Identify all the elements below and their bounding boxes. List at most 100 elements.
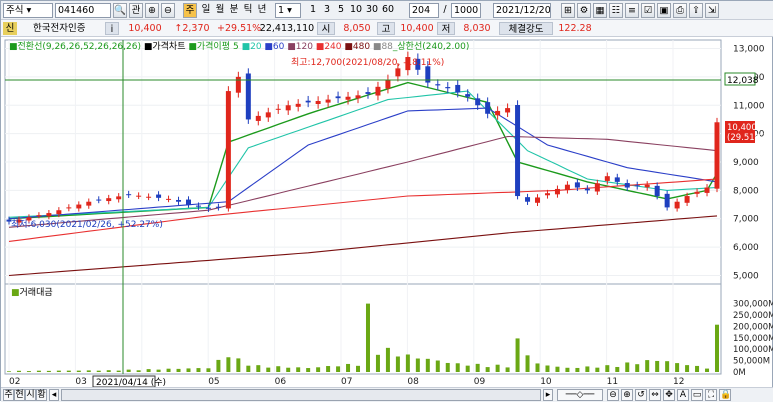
volume-bar [605, 365, 610, 372]
y-tick-label: 13,000 [733, 45, 765, 55]
related-button[interactable]: 관 [129, 3, 143, 18]
candle-body [624, 183, 630, 188]
volume-bar [555, 366, 560, 372]
reset-button[interactable]: ↺ [635, 389, 647, 401]
lock-button[interactable]: 🔒 [719, 389, 731, 401]
stock-chart[interactable]: 5,0006,0007,0008,0009,00010,00011,00012,… [1, 37, 773, 387]
zoom-out-button[interactable]: ⊖ [607, 389, 619, 401]
total-input[interactable]: 1000 [451, 3, 481, 18]
gear-icon[interactable]: ⚙ [577, 3, 591, 18]
x-tick-label: 09 [474, 377, 486, 387]
stock-name: 한국전자인증 [33, 23, 86, 34]
fit-button[interactable]: ⇔ [649, 389, 661, 401]
quick-60[interactable]: 60 [381, 3, 395, 16]
order-button[interactable]: 주 [183, 3, 197, 18]
strength-value: 122.28 [558, 23, 592, 34]
volume-bar [655, 360, 660, 372]
count-input[interactable]: 204 [409, 3, 439, 18]
scrollbar-track[interactable] [61, 389, 541, 401]
candle-body [455, 84, 461, 93]
bottom-tab-4[interactable]: 황 [36, 389, 47, 401]
zoom-slider[interactable]: ──◇── [557, 389, 603, 401]
volume-bar [86, 370, 91, 372]
quick-1[interactable]: 1 [307, 3, 319, 16]
quick-5[interactable]: 5 [335, 3, 347, 16]
zoom-icon[interactable]: ⊞ [561, 3, 575, 18]
prev-button[interactable]: ⊕ [145, 3, 159, 18]
x-tick-label: 10 [540, 377, 552, 387]
scroll-left-button[interactable]: ◂ [49, 389, 59, 401]
volume-bar [415, 358, 420, 372]
grid-icon[interactable]: ▦ [593, 3, 607, 18]
x-tick-label: 11 [607, 377, 618, 387]
scroll-right-button[interactable]: ▸ [543, 389, 553, 401]
volume-bar [346, 363, 351, 372]
bottom-tab-3[interactable]: 시 [25, 389, 36, 401]
volume-bar [116, 370, 121, 372]
quick-30[interactable]: 30 [365, 3, 379, 16]
volume-bar [565, 367, 570, 372]
zoom-in-button[interactable]: ⊕ [621, 389, 633, 401]
interval-select[interactable]: 1 ▾ [275, 3, 301, 18]
candle-body [385, 79, 391, 89]
table-icon[interactable]: ☷ [609, 3, 623, 18]
volume-bar [705, 368, 710, 372]
candle-body [584, 188, 590, 191]
volume-tick-label: 250,000M [733, 311, 773, 321]
volume-bar [635, 364, 640, 372]
code-input[interactable]: 041460 [55, 3, 111, 18]
save-icon[interactable]: ▣ [657, 3, 671, 18]
period-week[interactable]: 월 [213, 3, 227, 16]
candle-body [684, 196, 690, 203]
candle-body [375, 86, 381, 96]
volume-bar [595, 367, 600, 372]
pan-button[interactable]: ✥ [663, 389, 675, 401]
low-label: 저 [437, 22, 455, 35]
list-icon[interactable]: ≡ [625, 3, 639, 18]
period-tick[interactable]: 틱 [241, 3, 255, 16]
volume-value: 22,413,110 [259, 23, 315, 34]
candle-body [535, 197, 541, 203]
fullscreen-button[interactable]: ⛶ [705, 389, 717, 401]
period-day[interactable]: 일 [199, 3, 213, 16]
volume-bar [465, 365, 470, 372]
quick-10[interactable]: 10 [349, 3, 363, 16]
volume-bar [645, 360, 650, 372]
volume-bar [585, 366, 590, 372]
share-icon[interactable]: ⇪ [689, 3, 703, 18]
next-button[interactable]: ⊖ [161, 3, 175, 18]
info-button[interactable]: i [105, 22, 119, 35]
volume-bar [485, 367, 490, 372]
date-select[interactable]: 2021/12/20 ▾ [493, 3, 551, 18]
volume-bar [266, 367, 271, 372]
volume-bar [385, 347, 390, 372]
volume-bar [375, 354, 380, 372]
candle-body [564, 184, 570, 191]
search-button[interactable]: 🔍 [113, 3, 127, 18]
bottom-tab-1[interactable]: 주 [3, 389, 14, 401]
checkbox-icon[interactable]: ☑ [641, 3, 655, 18]
bottom-tab-2[interactable]: 현 [14, 389, 25, 401]
candle-body [225, 91, 231, 209]
candle-body [56, 210, 62, 215]
volume-bar [296, 367, 301, 372]
volume-bar [435, 360, 440, 372]
minimize-button[interactable]: ▭ [691, 389, 703, 401]
low-annotation: 최저:6,030(2021/02/26, +52.27%) [11, 219, 163, 230]
market-select[interactable]: 주식 ▾ [3, 3, 53, 18]
volume-bar [675, 363, 680, 372]
price-tag-value: 10,400 [727, 123, 757, 133]
candle-body [634, 185, 640, 187]
quick-3[interactable]: 3 [321, 3, 333, 16]
print-icon[interactable]: ⎙ [673, 3, 687, 18]
volume-tick-label: 50,000M [733, 357, 770, 367]
period-minute[interactable]: 분 [227, 3, 241, 16]
export-icon[interactable]: ⇲ [705, 3, 719, 18]
candle-body [345, 96, 351, 100]
candle-body [36, 215, 42, 217]
volume-bar [146, 369, 151, 372]
candle-body [305, 100, 311, 103]
candle-body [574, 182, 580, 188]
period-year[interactable]: 년 [255, 3, 269, 16]
auto-button[interactable]: A [677, 389, 689, 401]
